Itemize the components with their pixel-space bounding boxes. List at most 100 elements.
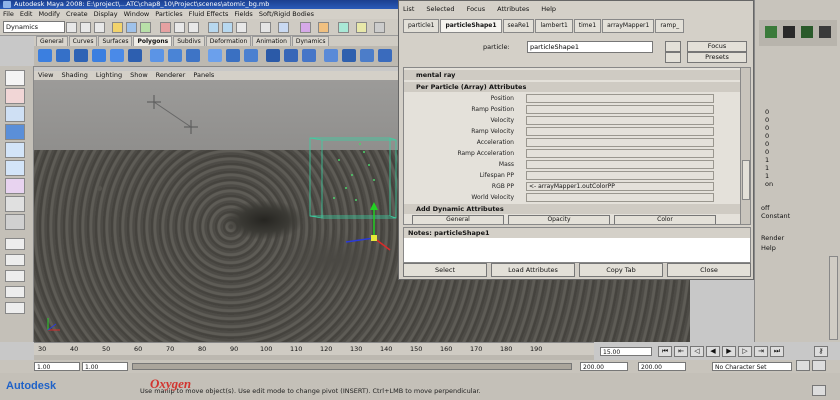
input-line-icon[interactable] bbox=[278, 22, 289, 33]
menu-modify[interactable]: Modify bbox=[38, 9, 60, 19]
extrude-icon[interactable] bbox=[226, 49, 240, 62]
menu-create[interactable]: Create bbox=[66, 9, 88, 19]
select-tool-icon[interactable] bbox=[5, 70, 25, 86]
character-set-select[interactable]: No Character Set bbox=[712, 362, 792, 371]
hypershade-layout-icon[interactable] bbox=[5, 302, 25, 314]
node-name-field[interactable] bbox=[527, 41, 653, 53]
render-settings-icon[interactable] bbox=[236, 22, 247, 33]
uv-editor-icon[interactable] bbox=[360, 49, 374, 62]
shelf-tab-surfaces[interactable]: Surfaces bbox=[98, 36, 133, 46]
range-slider[interactable] bbox=[132, 363, 572, 370]
ae-tab-lambert1[interactable]: lambert1 bbox=[535, 19, 573, 33]
move-manipulator[interactable] bbox=[345, 202, 391, 251]
select-by-component-icon[interactable] bbox=[140, 22, 151, 33]
ae-menu-focus[interactable]: Focus bbox=[467, 5, 486, 13]
step-forward-key-icon[interactable]: ⇥ bbox=[754, 346, 768, 357]
render-checkbox-label[interactable]: Render bbox=[761, 234, 784, 242]
channel-value[interactable]: 0 bbox=[765, 116, 769, 124]
ae-menu-attributes[interactable]: Attributes bbox=[497, 5, 529, 13]
channel-value[interactable]: 1 bbox=[765, 172, 769, 180]
shelf-tab-curves[interactable]: Curves bbox=[68, 36, 98, 46]
snap-curve-icon[interactable] bbox=[174, 22, 185, 33]
viewport-menu-view[interactable]: View bbox=[38, 71, 53, 80]
poly-cone-icon[interactable] bbox=[92, 49, 106, 62]
end-time-field[interactable]: 200.00 bbox=[638, 362, 686, 371]
render-view-icon[interactable] bbox=[356, 22, 367, 33]
play-backwards-icon[interactable]: ◀ bbox=[706, 346, 720, 357]
viewport-menu-renderer[interactable]: Renderer bbox=[156, 71, 186, 80]
attr-field-position[interactable] bbox=[526, 94, 714, 103]
append-polygon-icon[interactable] bbox=[266, 49, 280, 62]
go-to-output-icon[interactable] bbox=[665, 52, 681, 63]
step-back-frame-icon[interactable]: ◁ bbox=[690, 346, 704, 357]
show-manip-tool-icon[interactable] bbox=[5, 214, 25, 230]
shelf-tab-general[interactable]: General bbox=[36, 36, 68, 46]
layer-icon[interactable] bbox=[765, 26, 777, 38]
ae-tab-ramp[interactable]: ramp_ bbox=[655, 19, 685, 33]
shelf-tab-animation[interactable]: Animation bbox=[252, 36, 291, 46]
shelf-tab-subdivs[interactable]: Subdivs bbox=[173, 36, 205, 46]
select-by-object-icon[interactable] bbox=[126, 22, 137, 33]
step-back-key-icon[interactable]: ⇤ bbox=[674, 346, 688, 357]
mirror-icon[interactable] bbox=[378, 49, 392, 62]
presets-button[interactable]: Presets bbox=[687, 52, 747, 63]
single-perspective-layout-icon[interactable] bbox=[5, 238, 25, 250]
snap-point-icon[interactable] bbox=[188, 22, 199, 33]
scale-tool-icon[interactable] bbox=[5, 160, 25, 176]
help-checkbox-label[interactable]: Help bbox=[761, 244, 776, 252]
current-frame-field[interactable]: 15.00 bbox=[600, 347, 652, 356]
ae-menu-help[interactable]: Help bbox=[541, 5, 556, 13]
viewport-menu-shading[interactable]: Shading bbox=[61, 71, 87, 80]
poly-torus-icon[interactable] bbox=[128, 49, 142, 62]
add-general-button[interactable]: General bbox=[412, 215, 504, 224]
render-current-icon[interactable] bbox=[208, 22, 219, 33]
key-icon[interactable]: ⚷ bbox=[814, 346, 828, 357]
select-by-hierarchy-icon[interactable] bbox=[112, 22, 123, 33]
poly-cylinder-icon[interactable] bbox=[74, 49, 88, 62]
viewport-menu-show[interactable]: Show bbox=[130, 71, 148, 80]
channel-value[interactable]: 0 bbox=[765, 124, 769, 132]
scrollbar-thumb[interactable] bbox=[742, 160, 750, 200]
playback-end-field[interactable]: 200.00 bbox=[580, 362, 628, 371]
viewport-menu-panels[interactable]: Panels bbox=[193, 71, 214, 80]
channel-value[interactable]: 0 bbox=[765, 140, 769, 148]
smooth-icon[interactable] bbox=[208, 49, 222, 62]
bevel-icon[interactable] bbox=[324, 49, 338, 62]
add-opacity-button[interactable]: Opacity bbox=[508, 215, 610, 224]
channel-value[interactable]: 0 bbox=[765, 132, 769, 140]
attr-field-world-velocity[interactable] bbox=[526, 193, 714, 202]
attribute-panel-scrollbar[interactable] bbox=[740, 68, 750, 224]
attr-field-acceleration[interactable] bbox=[526, 138, 714, 147]
select-button[interactable]: Select bbox=[403, 263, 487, 277]
attr-field-velocity[interactable] bbox=[526, 116, 714, 125]
add-color-button[interactable]: Color bbox=[614, 215, 716, 224]
menu-set-select[interactable]: Dynamics bbox=[3, 21, 65, 33]
poly-sphere-icon[interactable] bbox=[38, 49, 52, 62]
move-tool-icon[interactable] bbox=[5, 124, 25, 140]
focus-button[interactable]: Focus bbox=[687, 41, 747, 52]
ae-tab-arraymapper1[interactable]: arrayMapper1 bbox=[602, 19, 655, 33]
go-to-end-icon[interactable]: ⏭ bbox=[770, 346, 784, 357]
history-icon[interactable] bbox=[260, 22, 271, 33]
insert-edge-loop-icon[interactable] bbox=[302, 49, 316, 62]
channel-value[interactable]: 0 bbox=[765, 108, 769, 116]
combine-icon[interactable] bbox=[150, 49, 164, 62]
ae-tab-particleshape1[interactable]: particleShape1 bbox=[440, 19, 502, 33]
separate-icon[interactable] bbox=[168, 49, 182, 62]
start-time-field[interactable]: 1.00 bbox=[34, 362, 80, 371]
bridge-icon[interactable] bbox=[244, 49, 258, 62]
new-scene-icon[interactable] bbox=[66, 22, 77, 33]
merge-icon[interactable] bbox=[342, 49, 356, 62]
attr-field-ramp-position[interactable] bbox=[526, 105, 714, 114]
shelf-tab-deformation[interactable]: Deformation bbox=[205, 36, 252, 46]
play-forwards-icon[interactable]: ▶ bbox=[722, 346, 736, 357]
load-selected-icon[interactable] bbox=[665, 41, 681, 52]
playback-start-field[interactable]: 1.00 bbox=[82, 362, 128, 371]
hypershade-icon[interactable] bbox=[374, 22, 385, 33]
paint-select-tool-icon[interactable] bbox=[5, 106, 25, 122]
ae-tab-particle1[interactable]: particle1 bbox=[403, 19, 440, 33]
poly-cube-icon[interactable] bbox=[56, 49, 70, 62]
channel-value[interactable]: 1 bbox=[765, 164, 769, 172]
channel-value[interactable]: 1 bbox=[765, 156, 769, 164]
time-slider[interactable]: 30 40 50 60 70 80 90 100 110 120 130 140… bbox=[34, 342, 594, 361]
